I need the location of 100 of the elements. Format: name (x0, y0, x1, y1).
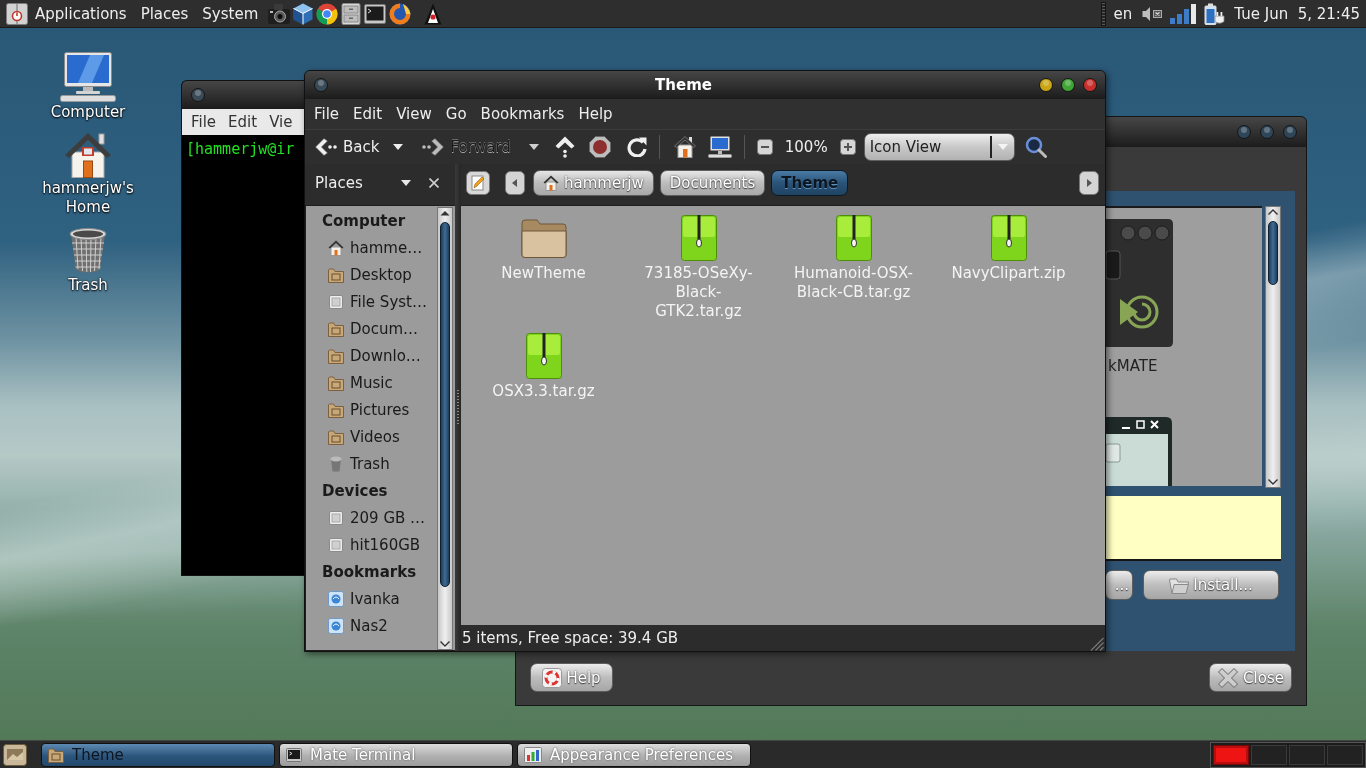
sidebar-item[interactable]: Ivanka (306, 585, 437, 612)
house-icon[interactable] (64, 132, 112, 178)
zip-archive-icon[interactable] (680, 215, 717, 261)
zip-archive-icon[interactable] (835, 215, 872, 261)
signal-bars-icon[interactable] (1170, 3, 1197, 24)
menu-item[interactable]: File (185, 113, 223, 131)
house-icon[interactable] (673, 136, 696, 158)
drive-icon (328, 509, 344, 526)
bar-chart-icon (524, 746, 542, 763)
desktop-icon-label[interactable]: Trash (68, 276, 108, 295)
scrollbar[interactable] (1265, 206, 1281, 488)
caret-icon[interactable] (401, 180, 411, 186)
sidebar-item[interactable]: Music (306, 369, 437, 396)
resize-grip-icon[interactable] (1090, 637, 1104, 651)
scroll-up-arrow-icon[interactable] (440, 210, 450, 216)
stop-icon[interactable] (588, 136, 611, 158)
caret-icon[interactable] (528, 144, 539, 150)
x-icon (1217, 666, 1240, 689)
zoom-out-icon[interactable] (756, 139, 773, 155)
menu-item[interactable]: File (307, 105, 347, 123)
folder-icon (328, 347, 344, 364)
sidebar-heading: Computer (321, 210, 407, 232)
search-icon[interactable] (1024, 136, 1047, 158)
desktop-icon-label[interactable]: hammerjw's Home (33, 179, 143, 217)
sidebar-item[interactable]: Downlo… (306, 342, 437, 369)
menu-item[interactable]: Edit (346, 105, 390, 123)
menu-item[interactable]: Bookmarks (473, 105, 572, 123)
trash-can-icon[interactable] (68, 227, 108, 275)
battery-plug-icon[interactable] (1204, 2, 1227, 25)
sidebar-item[interactable]: Trash (306, 450, 437, 477)
picture-frame-icon[interactable] (3, 743, 27, 766)
reload-icon[interactable] (626, 137, 647, 157)
menu-item[interactable]: Edit (222, 113, 264, 131)
panel-menu[interactable]: System (195, 4, 266, 23)
menu-item[interactable]: Help (571, 105, 620, 123)
sidebar-item[interactable]: Docum… (306, 315, 437, 342)
sidebar-item[interactable]: Nas2 (306, 612, 437, 639)
terminal-icon[interactable] (364, 3, 387, 24)
sidebar-item[interactable]: File Syst… (306, 288, 437, 315)
folder-icon (48, 746, 64, 763)
workspace-button[interactable] (1213, 744, 1249, 765)
window-control-icon[interactable] (1283, 125, 1297, 139)
pencil-icon[interactable] (466, 171, 490, 195)
back-button[interactable]: Back (311, 133, 384, 161)
speaker-muted-icon[interactable] (1142, 5, 1163, 22)
folder-icon (328, 428, 344, 445)
window-control-icon[interactable] (1260, 125, 1274, 139)
back-arrow-icon (315, 138, 337, 156)
globe-icon[interactable] (389, 2, 412, 25)
scrollbar[interactable] (437, 207, 453, 650)
up-arrow-icon[interactable] (554, 136, 575, 158)
sidebar-item[interactable]: 209 GB … (306, 504, 437, 531)
panel-menu[interactable]: Places (133, 4, 196, 23)
triangle-mascot-icon[interactable] (424, 2, 443, 25)
window-menu-icon[interactable] (314, 78, 328, 92)
sidebar-title[interactable]: Places (315, 174, 363, 192)
file-cabinet-icon[interactable] (341, 2, 362, 25)
scrollbar-thumb[interactable] (1268, 221, 1278, 285)
sidebar-item[interactable]: Desktop (306, 261, 437, 288)
dial-tile-icon[interactable] (6, 2, 28, 25)
zoom-level-label: 100% (784, 138, 828, 156)
computer-icon[interactable] (707, 136, 732, 158)
window-control-icon[interactable] (1237, 125, 1251, 139)
camera-icon[interactable] (268, 3, 291, 24)
zip-archive-icon[interactable] (525, 333, 562, 379)
globe-tile-icon (328, 590, 344, 607)
cube-icon[interactable] (293, 2, 314, 25)
menu-item[interactable]: Vie (263, 113, 299, 131)
folder-icon (1169, 576, 1190, 594)
sidebar-item[interactable]: Videos (306, 423, 437, 450)
trash-can-icon (328, 455, 344, 472)
menu-item[interactable]: Go (438, 105, 474, 123)
close-icon[interactable] (429, 178, 439, 188)
window-title: Theme (654, 76, 713, 94)
folder-icon[interactable] (520, 218, 567, 258)
close-button[interactable] (1083, 78, 1097, 92)
menu-item[interactable]: View (389, 105, 439, 123)
zip-archive-icon[interactable] (990, 215, 1027, 261)
view-mode-dropdown[interactable]: Icon View (863, 133, 1015, 161)
zoom-in-icon[interactable] (839, 139, 856, 155)
minimize-button[interactable] (1039, 78, 1053, 92)
drive-icon (328, 293, 344, 310)
sidebar-item[interactable]: Pictures (306, 396, 437, 423)
caret-icon[interactable] (393, 144, 404, 150)
folder-icon (328, 401, 344, 418)
panel-menu[interactable]: Applications (28, 4, 134, 23)
scrollbar-thumb[interactable] (440, 222, 450, 587)
window-menu-icon[interactable] (191, 88, 205, 102)
keyboard-layout-indicator[interactable]: en (1107, 4, 1139, 23)
folder-icon (328, 320, 344, 337)
theme-name: kMATE (1107, 357, 1159, 376)
sidebar-item[interactable]: hit160GB (306, 531, 437, 558)
desktop-icon-label[interactable]: Computer (50, 103, 126, 122)
maximize-button[interactable] (1061, 78, 1075, 92)
house-icon (328, 239, 344, 256)
sidebar-item[interactable]: hamme… (306, 234, 437, 261)
color-wheel-icon[interactable] (316, 2, 339, 25)
clock[interactable]: Tue Jun 5, 21:45 (1230, 4, 1366, 23)
computer-monitor-icon[interactable] (60, 52, 116, 102)
caret-icon (997, 144, 1008, 150)
